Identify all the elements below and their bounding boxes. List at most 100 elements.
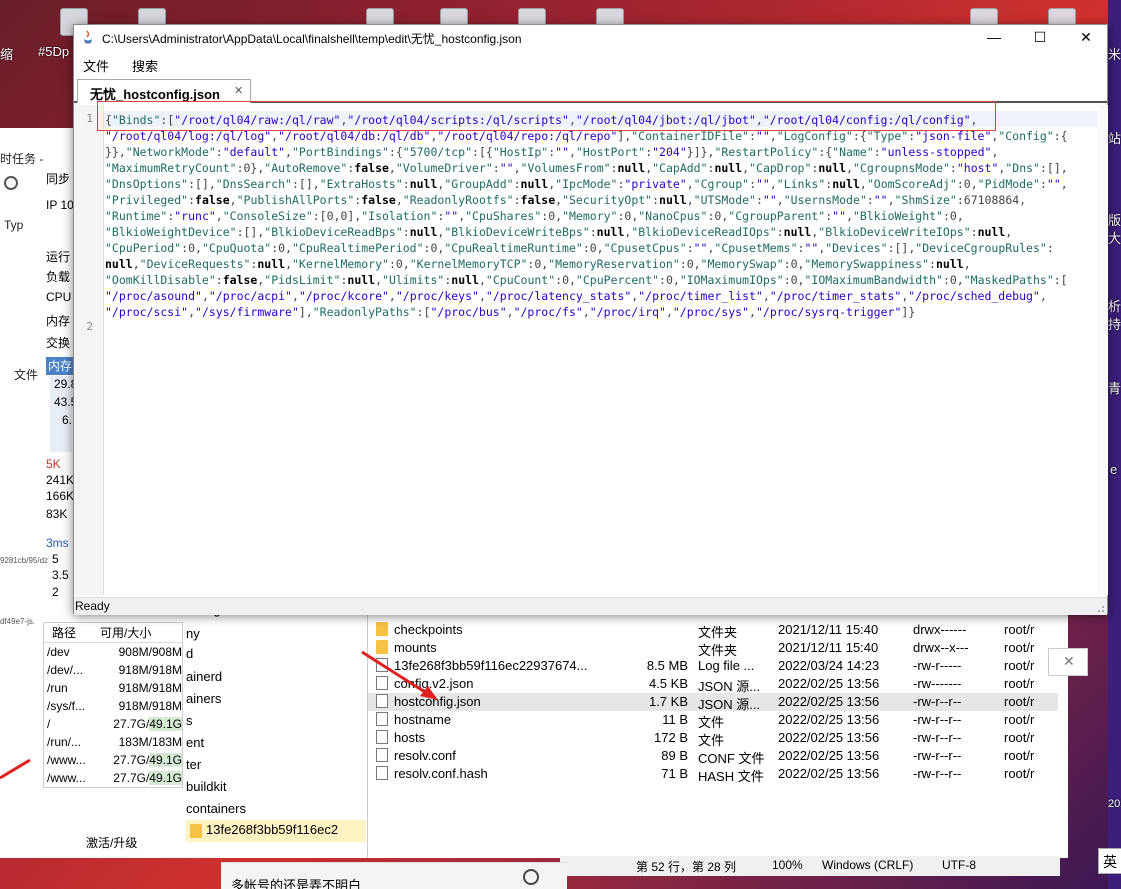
code-line[interactable]: "Privileged":false,"PublishAllPorts":fal…	[105, 192, 1095, 208]
file-perm: -rw-r--r--	[913, 766, 962, 781]
code-content[interactable]: {"Binds":["/root/ql04/raw:/ql/raw","/roo…	[105, 112, 1095, 320]
tree-item[interactable]: ny	[186, 626, 200, 641]
close-button[interactable]: ✕	[1063, 25, 1109, 51]
code-line[interactable]: "/proc/scsi","/sys/firmware"],"ReadonlyP…	[105, 304, 1095, 320]
file-row[interactable]: 13fe268f3bb59f116ec22937674... 8.5 MB Log …	[368, 657, 1058, 675]
code-token: "default"	[222, 145, 286, 159]
code-token: :	[188, 193, 196, 207]
code-line[interactable]: "BlkioWeightDevice":[],"BlkioDeviceReadB…	[105, 224, 1095, 240]
file-row[interactable]: checkpoints 文件夹 2021/12/11 15:40 drwx------…	[368, 621, 1058, 640]
code-line[interactable]: "Runtime":"runc","ConsoleSize":[0,0],"Is…	[105, 208, 1095, 224]
window-title: C:\Users\Administrator\AppData\Local\fin…	[102, 32, 522, 46]
file-row[interactable]: mounts 文件夹 2021/12/11 15:40 drwx--x--- root/…	[368, 639, 1058, 658]
sidebar-mem-tab[interactable]: 内存	[46, 357, 74, 375]
code-token: null	[520, 177, 549, 191]
resize-grip-icon[interactable]	[1095, 603, 1105, 613]
disk-row[interactable]: / 27.7G/49.1G	[44, 715, 182, 733]
code-token: false	[222, 273, 258, 287]
maximize-button[interactable]: ☐	[1017, 25, 1063, 51]
code-token: :	[402, 177, 410, 191]
desktop-label: 持	[1108, 317, 1121, 332]
web-search-bar[interactable]: 多帐号的还是弄不明白	[221, 862, 567, 889]
code-token: ""	[499, 161, 514, 175]
sidebar-snippet: 9281cb/95/dz	[0, 556, 49, 565]
code-line[interactable]: "DnsOptions":[],"DnsSearch":[],"ExtraHos…	[105, 176, 1095, 192]
title-bar[interactable]: C:\Users\Administrator\AppData\Local\fin…	[74, 25, 1107, 51]
code-editor[interactable]: 1 2 {"Binds":["/root/ql04/raw:/ql/raw","…	[74, 101, 1108, 595]
sidebar-swap-label: 交换	[46, 336, 71, 350]
code-token: "/proc/irq"	[589, 305, 666, 319]
sidebar-mem-label: 内存	[46, 314, 71, 328]
code-token: :0,	[617, 209, 639, 223]
code-token: :[],	[188, 177, 216, 191]
file-perm: -rw-r--r--	[913, 694, 962, 709]
code-line[interactable]: "MaximumRetryCount":0},"AutoRemove": fals…	[105, 160, 1095, 176]
code-token: "Memory"	[562, 209, 618, 223]
file-row[interactable]: hostconfig.json 1.7 KB JSON 源... 2022/02/25…	[368, 693, 1058, 712]
code-token: "CpuCount"	[485, 273, 556, 287]
file-name: resolv.conf.hash	[394, 766, 488, 781]
file-row[interactable]: config.v2.json 4.5 KB JSON 源... 2022/02/25 …	[368, 675, 1058, 694]
code-token: :0,	[527, 257, 549, 271]
tree-item[interactable]: buildkit	[186, 779, 226, 794]
disk-row[interactable]: /www... 27.7G/49.1G	[44, 769, 182, 787]
code-line[interactable]: "/proc/asound","/proc/acpi","/proc/kcore…	[105, 288, 1095, 304]
code-line[interactable]: "CpuPeriod":0,"CpuQuota":0,"CpuRealtimeP…	[105, 240, 1095, 256]
upgrade-link[interactable]: 激活/升级	[86, 834, 137, 851]
code-token: "CapDrop"	[749, 161, 812, 175]
tree-item[interactable]: s	[186, 713, 193, 728]
pin-icon[interactable]	[4, 176, 18, 190]
editor-window: C:\Users\Administrator\AppData\Local\fin…	[73, 24, 1108, 615]
code-line[interactable]: "OomKillDisable":false,"PidsLimit":null,…	[105, 272, 1095, 288]
disk-col-path[interactable]: 路径	[44, 624, 94, 641]
tree-item[interactable]: d	[186, 646, 193, 661]
tree-item[interactable]: ainerd	[186, 669, 222, 684]
file-type: HASH 文件	[698, 769, 764, 784]
tree-item[interactable]: ent	[186, 735, 204, 750]
disk-row[interactable]: /dev 908M/908M	[44, 643, 182, 661]
minimize-button[interactable]: —	[971, 25, 1017, 51]
disk-size: 27.7G/49.1G	[113, 717, 182, 731]
file-size: 71 B	[661, 766, 688, 781]
file-row[interactable]: resolv.conf 89 B CONF 文件 2022/02/25 13:56 -r…	[368, 747, 1058, 766]
disk-path: /www...	[47, 753, 86, 767]
tree-item[interactable]: ainers	[186, 691, 221, 706]
code-line[interactable]: }},"NetworkMode":"default","PortBindings…	[105, 144, 1095, 160]
tab-hostconfig[interactable]: 无忧_hostconfig.json ✕	[77, 79, 251, 103]
close-icon[interactable]: ✕	[1063, 653, 1075, 670]
ime-indicator[interactable]: 英	[1098, 848, 1121, 874]
code-token: :0,	[271, 241, 292, 255]
disk-row[interactable]: /sys/f... 918M/918M	[44, 697, 182, 715]
disk-col-size[interactable]: 可用/大小	[94, 624, 182, 641]
search-icon[interactable]	[523, 869, 539, 885]
disk-row[interactable]: /run 918M/918M	[44, 679, 182, 697]
file-row[interactable]: hostname 11 B 文件 2022/02/25 13:56 -rw-r--r--…	[368, 711, 1058, 730]
code-token: :0,	[942, 273, 964, 287]
tab-close-icon[interactable]: ✕	[234, 84, 243, 97]
file-icon	[376, 730, 388, 744]
code-token: :	[748, 129, 756, 143]
disk-row[interactable]: /run/... 183M/183M	[44, 733, 182, 751]
annotation-arrow	[0, 758, 31, 780]
disk-row[interactable]: /www... 27.7G/49.1G	[44, 751, 182, 769]
line-number: 1	[86, 112, 93, 125]
code-token: ,	[569, 145, 576, 159]
disk-size: 908M/908M	[118, 645, 182, 659]
code-token: ]}	[901, 305, 916, 319]
tree-selected-row[interactable]: 13fe268f3bb59f116ec2	[186, 820, 366, 842]
disk-row[interactable]: /dev/... 918M/918M	[44, 661, 182, 679]
code-token: "Dns"	[1005, 161, 1040, 175]
disk-size: 183M/183M	[118, 735, 182, 749]
menu-file[interactable]: 文件	[83, 56, 109, 75]
tree-item[interactable]: ter	[186, 757, 201, 772]
vertical-scrollbar[interactable]	[1097, 105, 1108, 595]
file-row[interactable]: hosts 172 B 文件 2022/02/25 13:56 -rw-r--r-- ro…	[368, 729, 1058, 748]
code-token: ,	[388, 289, 396, 303]
code-token: "/root/ql04/db:/ql/db"	[278, 129, 431, 143]
file-perm: -rw-r--r--	[913, 730, 962, 745]
disk-path: /dev/...	[47, 663, 84, 677]
file-row[interactable]: resolv.conf.hash 71 B HASH 文件 2022/02/25 13…	[368, 765, 1058, 784]
tree-item[interactable]: containers	[186, 801, 246, 816]
code-line[interactable]: null,"DeviceRequests":null,"KernelMemory…	[105, 256, 1095, 272]
menu-search[interactable]: 搜索	[132, 56, 158, 75]
